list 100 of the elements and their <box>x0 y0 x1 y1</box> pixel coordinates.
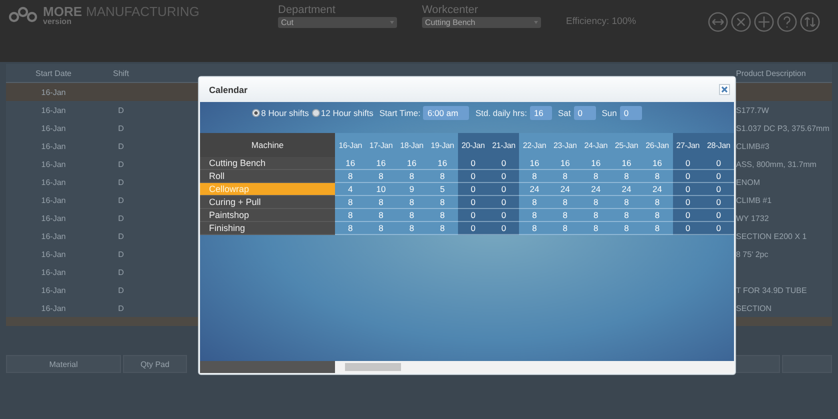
hours-cell[interactable]: 8 <box>519 222 550 235</box>
hours-cell[interactable]: 24 <box>550 183 580 196</box>
hours-cell[interactable]: 8 <box>580 196 612 209</box>
hours-cell[interactable]: 24 <box>611 183 642 196</box>
shift-radio[interactable]: 8 Hour shifts <box>252 108 309 118</box>
hours-cell[interactable]: 8 <box>396 170 428 183</box>
hours-cell[interactable]: 0 <box>703 183 734 196</box>
hours-cell[interactable]: 0 <box>488 222 520 235</box>
hours-cell[interactable]: 0 <box>672 157 704 170</box>
hours-cell[interactable]: 8 <box>550 196 580 209</box>
hours-cell[interactable]: 8 <box>335 209 366 222</box>
hours-cell[interactable]: 16 <box>550 157 580 170</box>
hours-cell[interactable]: 24 <box>642 183 673 196</box>
shift-radio[interactable]: 12 Hour shifts <box>312 108 374 118</box>
hours-cell[interactable]: 8 <box>642 170 673 183</box>
hours-cell[interactable]: 16 <box>366 157 396 170</box>
hours-cell[interactable]: 4 <box>335 183 366 196</box>
department-select[interactable]: Cut <box>278 17 397 28</box>
hours-cell[interactable]: 16 <box>427 157 458 170</box>
hours-cell[interactable]: 16 <box>611 157 642 170</box>
hours-cell[interactable]: 0 <box>672 222 704 235</box>
hours-cell[interactable]: 8 <box>642 222 673 235</box>
hours-cell[interactable]: 0 <box>488 183 520 196</box>
hours-cell[interactable]: 8 <box>642 209 673 222</box>
hours-cell[interactable]: 8 <box>366 222 396 235</box>
hours-cell[interactable]: 0 <box>458 170 488 183</box>
machine-row[interactable]: Finishing <box>200 222 335 235</box>
machine-row[interactable]: Curing + Pull <box>200 196 335 209</box>
sunday-field[interactable]: 0 <box>620 106 642 120</box>
hours-cell[interactable]: 8 <box>550 222 580 235</box>
hours-cell[interactable]: 0 <box>458 196 488 209</box>
hours-cell[interactable]: 0 <box>672 196 704 209</box>
hours-cell[interactable]: 24 <box>519 183 550 196</box>
hours-cell[interactable]: 0 <box>703 209 734 222</box>
hours-cell[interactable]: 8 <box>611 209 642 222</box>
hours-cell[interactable]: 0 <box>672 183 704 196</box>
hours-cell[interactable]: 0 <box>458 157 488 170</box>
hours-cell[interactable]: 16 <box>335 157 366 170</box>
horizontal-scrollbar[interactable] <box>335 361 734 373</box>
hours-cell[interactable]: 8 <box>611 170 642 183</box>
hours-cell[interactable]: 8 <box>580 209 612 222</box>
action-button[interactable]: Material <box>6 355 121 373</box>
hours-cell[interactable]: 0 <box>488 209 520 222</box>
hours-cell[interactable]: 9 <box>396 183 428 196</box>
hours-cell[interactable]: 8 <box>519 170 550 183</box>
hours-cell[interactable]: 0 <box>488 196 520 209</box>
hours-cell[interactable]: 8 <box>366 209 396 222</box>
hours-cell[interactable]: 10 <box>366 183 396 196</box>
hours-cell[interactable]: 0 <box>672 170 704 183</box>
hours-cell[interactable]: 0 <box>703 170 734 183</box>
hours-cell[interactable]: 0 <box>488 157 520 170</box>
hours-cell[interactable]: 8 <box>519 196 550 209</box>
hours-cell[interactable]: 8 <box>396 209 428 222</box>
hours-cell[interactable]: 8 <box>611 196 642 209</box>
start-time-field[interactable]: 6:00 am <box>423 106 470 120</box>
hours-cell[interactable]: 0 <box>458 222 488 235</box>
hours-cell[interactable]: 24 <box>580 183 612 196</box>
daily-hours-field[interactable]: 16 <box>530 106 552 120</box>
hours-cell[interactable]: 8 <box>611 222 642 235</box>
hours-cell[interactable]: 8 <box>427 209 458 222</box>
sort-arrows-icon[interactable] <box>800 12 820 32</box>
hours-cell[interactable]: 8 <box>427 170 458 183</box>
hours-cell[interactable]: 16 <box>519 157 550 170</box>
hours-cell[interactable]: 8 <box>550 209 580 222</box>
action-button[interactable]: Qty Pad <box>123 355 187 373</box>
hours-cell[interactable]: 0 <box>703 222 734 235</box>
help-icon[interactable] <box>777 12 797 32</box>
hours-cell[interactable]: 0 <box>488 170 520 183</box>
hours-cell[interactable]: 0 <box>458 183 488 196</box>
machine-row[interactable]: Paintshop <box>200 209 335 222</box>
hours-cell[interactable]: 16 <box>580 157 612 170</box>
hours-cell[interactable]: 0 <box>703 196 734 209</box>
hours-cell[interactable]: 8 <box>580 170 612 183</box>
hours-cell[interactable]: 16 <box>642 157 673 170</box>
hours-cell[interactable]: 8 <box>550 170 580 183</box>
close-icon[interactable] <box>731 12 751 32</box>
hours-cell[interactable]: 8 <box>396 222 428 235</box>
machine-row[interactable]: Roll <box>200 170 335 183</box>
hours-cell[interactable]: 5 <box>427 183 458 196</box>
hours-cell[interactable]: 8 <box>335 222 366 235</box>
hours-cell[interactable]: 8 <box>519 209 550 222</box>
hours-cell[interactable]: 8 <box>335 170 366 183</box>
hours-cell[interactable]: 8 <box>642 196 673 209</box>
hours-cell[interactable]: 8 <box>366 170 396 183</box>
hours-cell[interactable]: 8 <box>366 196 396 209</box>
machine-row[interactable]: Cellowrap <box>200 183 335 196</box>
horizontal-arrows-icon[interactable] <box>708 12 728 32</box>
close-button[interactable] <box>719 84 730 95</box>
hours-cell[interactable]: 16 <box>396 157 428 170</box>
hours-cell[interactable]: 8 <box>335 196 366 209</box>
plus-icon[interactable] <box>754 12 774 32</box>
workcenter-select[interactable]: Cutting Bench <box>422 17 541 28</box>
hours-cell[interactable]: 8 <box>580 222 612 235</box>
hours-cell[interactable]: 8 <box>427 222 458 235</box>
hours-cell[interactable]: 8 <box>396 196 428 209</box>
hours-cell[interactable]: 0 <box>672 209 704 222</box>
hours-cell[interactable]: 0 <box>458 209 488 222</box>
saturday-field[interactable]: 0 <box>574 106 596 120</box>
hours-cell[interactable]: 8 <box>427 196 458 209</box>
machine-row[interactable]: Cutting Bench <box>200 157 335 170</box>
